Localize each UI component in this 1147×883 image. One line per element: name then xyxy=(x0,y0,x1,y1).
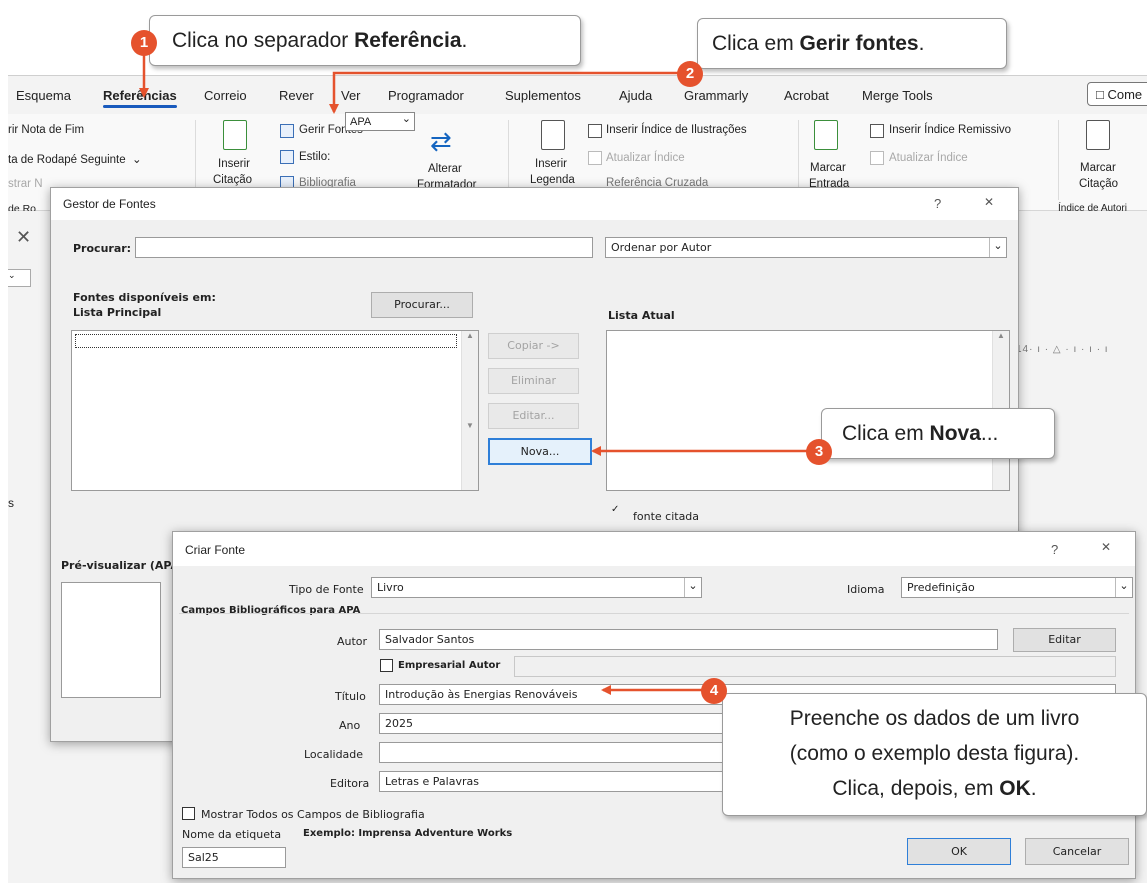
step-1-badge: 1 xyxy=(131,30,157,56)
callout-step-3: Clica em Nova... xyxy=(821,408,1055,459)
chevron-down-icon[interactable]: ⌄ xyxy=(402,110,411,129)
callout-step-4: Preenche os dados de um livro (como o ex… xyxy=(722,693,1147,816)
arrow-2 xyxy=(329,71,684,114)
step-2-badge: 2 xyxy=(677,61,703,87)
step-3-badge: 3 xyxy=(806,439,832,465)
callout-step-1: Clica no separador Referência. xyxy=(149,15,581,66)
step-4-badge: 4 xyxy=(701,678,727,704)
citation-style-select[interactable]: APA ⌄ xyxy=(345,112,415,131)
callout-step-2: Clica em Gerir fontes. xyxy=(697,18,1007,69)
